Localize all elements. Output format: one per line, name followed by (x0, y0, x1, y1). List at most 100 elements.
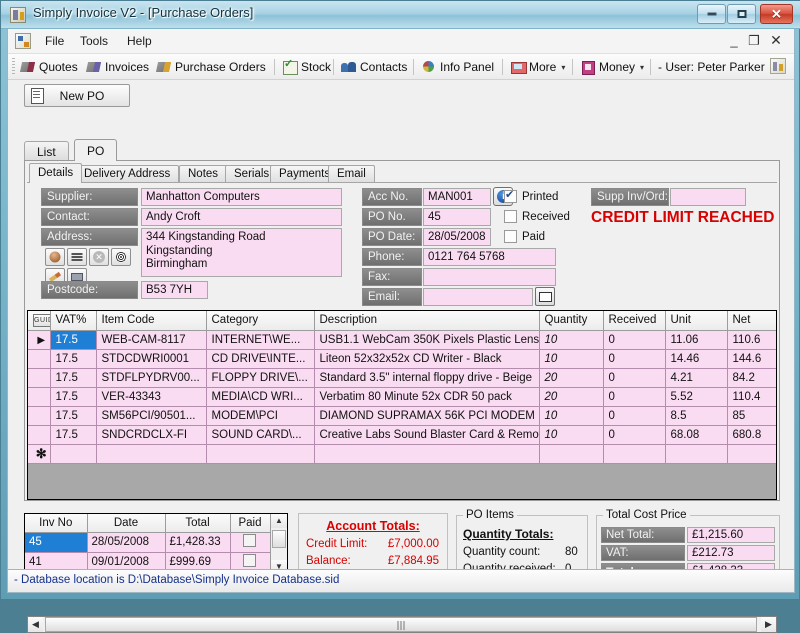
po-no-field[interactable]: 45 (423, 208, 491, 226)
grid-guide-header[interactable]: GUIDE (28, 311, 50, 330)
cell-net[interactable]: 680.8 (727, 425, 777, 444)
column-header-vat[interactable]: VAT% (50, 311, 96, 330)
phone-field[interactable]: 0121 764 5768 (423, 248, 556, 266)
po-line-items-grid[interactable]: GUIDE VAT% Item Code Category Descriptio… (27, 310, 777, 500)
cell-description[interactable]: Liteon 52x32x52x CD Writer - Black (314, 349, 539, 368)
checkbox-printed[interactable]: Printed (504, 190, 558, 203)
cell-vat[interactable]: 17.5 (50, 349, 96, 368)
cell-vat[interactable]: 17.5 (50, 406, 96, 425)
cell-quantity[interactable]: 10 (539, 330, 603, 349)
cell-description[interactable]: Standard 3.5" internal floppy drive - Be… (314, 368, 539, 387)
row-header-cell[interactable] (28, 406, 50, 425)
mdi-minimize-button[interactable]: _ (726, 33, 742, 49)
cell-category[interactable]: MODEM\PCI (206, 406, 314, 425)
column-header-category[interactable]: Category (206, 311, 314, 330)
postcode-field[interactable]: B53 7YH (141, 281, 208, 299)
cell-item-code[interactable]: STDCDWRI0001 (96, 349, 206, 368)
cell-category[interactable]: FLOPPY DRIVE\... (206, 368, 314, 387)
cell-item-code[interactable]: SNDCRDCLX-FI (96, 425, 206, 444)
menu-item-help[interactable]: Help (120, 33, 159, 50)
map-pin-icon[interactable] (111, 248, 131, 266)
row-header-cell[interactable] (28, 425, 50, 444)
cell-unit[interactable]: 14.46 (665, 349, 727, 368)
contact-card-icon[interactable] (45, 248, 65, 266)
po-date-field[interactable]: 28/05/2008 (423, 228, 491, 246)
row-header-cell[interactable] (28, 349, 50, 368)
cell-unit[interactable] (665, 444, 727, 463)
window-minimize-button[interactable] (697, 4, 726, 24)
new-po-button[interactable]: New PO (24, 84, 130, 107)
toolbar-button-invoices[interactable]: Invoices (86, 57, 149, 77)
tab-email[interactable]: Email (328, 165, 375, 183)
row-header-cell[interactable]: ▶ (28, 330, 50, 349)
column-header-item-code[interactable]: Item Code (96, 311, 206, 330)
cell-vat[interactable] (50, 444, 96, 463)
contact-field[interactable]: Andy Croft (141, 208, 342, 226)
invoice-paid-cell[interactable] (230, 532, 270, 552)
cell-category[interactable]: CD DRIVE\INTE... (206, 349, 314, 368)
guide-chip[interactable]: GUIDE (33, 314, 50, 327)
cell-quantity[interactable] (539, 444, 603, 463)
invoice-date-cell[interactable]: 28/05/2008 (87, 532, 165, 552)
cell-vat[interactable]: 17.5 (50, 368, 96, 387)
table-row[interactable]: 17.5VER-43343MEDIA\CD WRI...Verbatim 80 … (28, 387, 777, 406)
toolbar-button-contacts[interactable]: Contacts (341, 57, 407, 77)
row-header-cell[interactable] (28, 368, 50, 387)
mdi-restore-button[interactable]: ❐ (746, 33, 762, 49)
fax-field[interactable] (423, 268, 556, 286)
row-header-cell[interactable] (28, 387, 50, 406)
cell-item-code[interactable]: SM56PCI/90501... (96, 406, 206, 425)
cell-unit[interactable]: 68.08 (665, 425, 727, 444)
tab-po[interactable]: PO (74, 139, 117, 161)
table-row[interactable]: 17.5SM56PCI/90501...MODEM\PCIDIAMOND SUP… (28, 406, 777, 425)
cell-vat[interactable]: 17.5 (50, 425, 96, 444)
checkbox-paid-box[interactable] (504, 230, 517, 243)
tab-notes[interactable]: Notes (179, 165, 227, 183)
toolbar-button-money[interactable]: Money ▾ (580, 57, 644, 77)
cell-net[interactable]: 110.4 (727, 387, 777, 406)
table-row[interactable]: 17.5SNDCRDCLX-FISOUND CARD\...Creative L… (28, 425, 777, 444)
supp-inv-field[interactable] (670, 188, 746, 206)
tab-list[interactable]: List (24, 141, 69, 161)
menu-item-tools[interactable]: Tools (73, 33, 115, 50)
inv-column-total[interactable]: Total (165, 514, 230, 532)
invoice-total-cell[interactable]: £1,428.33 (165, 532, 230, 552)
email-field[interactable] (423, 288, 533, 306)
menu-item-file[interactable]: File (38, 33, 71, 50)
cell-category[interactable]: SOUND CARD\... (206, 425, 314, 444)
table-row[interactable]: 17.5STDCDWRI0001CD DRIVE\INTE...Liteon 5… (28, 349, 777, 368)
cell-net[interactable]: 84.2 (727, 368, 777, 387)
supplier-field[interactable]: Manhatton Computers (141, 188, 342, 206)
tab-delivery-address[interactable]: Delivery Address (75, 165, 179, 183)
table-row[interactable]: ✻ (28, 444, 777, 463)
table-row[interactable]: ▶17.5WEB-CAM-8117INTERNET\WE...USB1.1 We… (28, 330, 777, 349)
mdi-close-button[interactable]: ✕ (768, 33, 784, 49)
cell-quantity[interactable]: 20 (539, 368, 603, 387)
inv-column-paid[interactable]: Paid (230, 514, 270, 532)
column-header-quantity[interactable]: Quantity (539, 311, 603, 330)
inv-scroll-thumb[interactable] (272, 530, 286, 548)
cell-vat[interactable]: 17.5 (50, 330, 96, 349)
cell-unit[interactable]: 4.21 (665, 368, 727, 387)
cell-item-code[interactable]: WEB-CAM-8117 (96, 330, 206, 349)
cell-unit[interactable]: 5.52 (665, 387, 727, 406)
cell-quantity[interactable]: 10 (539, 349, 603, 368)
toolbar-button-purchase-orders[interactable]: Purchase Orders (156, 57, 266, 77)
cell-description[interactable]: USB1.1 WebCam 350K Pixels Plastic Lens (314, 330, 539, 349)
toolbar-button-info-panel[interactable]: Info Panel (421, 57, 494, 77)
cell-description[interactable]: Verbatim 80 Minute 52x CDR 50 pack (314, 387, 539, 406)
checkbox-printed-box[interactable] (504, 190, 517, 203)
supplier-invoices-panel[interactable]: Inv No Date Total Paid 4528/05/2008£1,42… (24, 513, 288, 575)
cell-received[interactable]: 0 (603, 349, 665, 368)
inv-scroll-up-arrow[interactable]: ▲ (271, 514, 287, 528)
column-header-unit[interactable]: Unit (665, 311, 727, 330)
cell-received[interactable]: 0 (603, 406, 665, 425)
cell-net[interactable] (727, 444, 777, 463)
paid-checkbox[interactable] (243, 554, 256, 567)
scroll-right-arrow[interactable]: ▶ (761, 617, 776, 632)
chevron-down-icon[interactable]: ▾ (561, 63, 565, 72)
scroll-left-arrow[interactable]: ◀ (28, 617, 43, 632)
cell-description[interactable]: Creative Labs Sound Blaster Card & Remot… (314, 425, 539, 444)
cell-net[interactable]: 144.6 (727, 349, 777, 368)
cell-net[interactable]: 85 (727, 406, 777, 425)
